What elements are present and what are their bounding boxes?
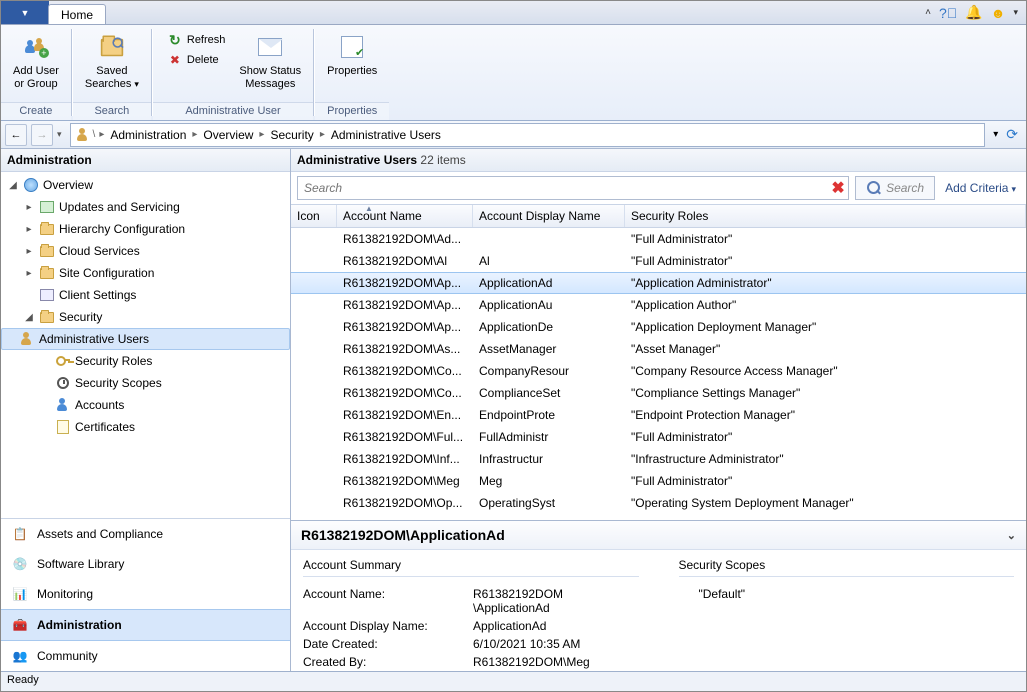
table-row[interactable]: R61382192DOM\Co...CompanyResour"Company …: [291, 360, 1026, 382]
tree-item-security[interactable]: ◢Security: [1, 306, 290, 328]
breadcrumb-item[interactable]: Administration: [106, 128, 190, 142]
search-box: ✖: [297, 176, 849, 200]
breadcrumb[interactable]: \▸ Administration▸ Overview▸ Security▸ A…: [70, 123, 986, 147]
nav-back-button[interactable]: ←: [5, 124, 27, 146]
wunderbar-monitoring[interactable]: 📊Monitoring: [1, 579, 290, 609]
breadcrumb-item[interactable]: Security: [266, 128, 317, 142]
ribbon-label: Create: [1, 102, 71, 120]
tab-home[interactable]: Home: [48, 4, 106, 24]
column-display[interactable]: Account Display Name: [473, 205, 625, 227]
tree-item-site[interactable]: ▸Site Configuration: [1, 262, 290, 284]
app-menu-button[interactable]: ▼: [1, 1, 49, 24]
table-row[interactable]: R61382192DOM\Ap...ApplicationAu"Applicat…: [291, 294, 1026, 316]
section-account-summary: Account Summary: [303, 558, 639, 577]
wunderbar-community[interactable]: 👥Community: [1, 641, 290, 671]
disc-icon: 💿: [11, 555, 29, 573]
table-row[interactable]: R61382192DOM\AlAl"Full Administrator": [291, 250, 1026, 272]
search-button[interactable]: Search: [855, 176, 935, 200]
add-user-button[interactable]: + Add User or Group: [7, 29, 65, 92]
collapse-icon[interactable]: ⌄: [1007, 529, 1016, 542]
ribbon-label: Search: [73, 102, 151, 120]
history-dropdown-icon[interactable]: ▾: [993, 129, 998, 140]
search-bar: ✖ Search Add Criteria: [291, 172, 1026, 204]
table-row[interactable]: R61382192DOM\Op...OperatingSyst"Operatin…: [291, 492, 1026, 514]
saved-searches-button[interactable]: Saved Searches: [79, 29, 145, 92]
checklist-icon: 📋: [11, 525, 29, 543]
search-input[interactable]: [298, 181, 828, 195]
refresh-nav-button[interactable]: ⟳: [1002, 126, 1022, 143]
search-icon: [866, 180, 882, 196]
table-row[interactable]: R61382192DOM\As...AssetManager"Asset Man…: [291, 338, 1026, 360]
sidebar: Administration ◢Overview ▸Updates and Se…: [1, 149, 291, 671]
clear-search-button[interactable]: ✖: [828, 178, 848, 198]
properties-button[interactable]: Properties: [321, 29, 383, 80]
content-area: Administrative Users 22 items ✖ Search A…: [291, 149, 1026, 671]
breadcrumb-item[interactable]: Overview: [199, 128, 257, 142]
ribbon-group-properties: Properties Properties: [315, 25, 389, 120]
nav-tree: ◢Overview ▸Updates and Servicing ▸Hierar…: [1, 172, 290, 518]
refresh-button[interactable]: Refresh: [163, 31, 230, 49]
results-table: Icon Account Name Account Display Name S…: [291, 204, 1026, 520]
chevron-up-icon[interactable]: ˄: [925, 7, 931, 18]
table-row[interactable]: R61382192DOM\Co...ComplianceSet"Complian…: [291, 382, 1026, 404]
status-bar: Ready: [1, 671, 1026, 691]
title-bar: ▼ Home ˄ ?⃝ 🔔 ☻ ▾: [1, 1, 1026, 25]
ribbon-label: Administrative User: [153, 102, 313, 120]
table-row[interactable]: R61382192DOM\Ad..."Full Administrator": [291, 228, 1026, 250]
ribbon-group-search: Saved Searches Search: [73, 25, 151, 120]
tree-item-certs[interactable]: ▸Certificates: [1, 416, 290, 438]
add-criteria-button[interactable]: Add Criteria: [941, 181, 1020, 195]
column-icon[interactable]: Icon: [291, 205, 337, 227]
tree-item-scopes[interactable]: ▸Security Scopes: [1, 372, 290, 394]
ribbon-group-create: + Add User or Group Create: [1, 25, 71, 120]
tree-item-cloud[interactable]: ▸Cloud Services: [1, 240, 290, 262]
toolbox-icon: 🧰: [11, 616, 29, 634]
table-header: Icon Account Name Account Display Name S…: [291, 205, 1026, 228]
table-row[interactable]: R61382192DOM\Inf...Infrastructur"Infrast…: [291, 448, 1026, 470]
tree-item-roles[interactable]: ▸Security Roles: [1, 350, 290, 372]
tree-item-client-settings[interactable]: ▸Client Settings: [1, 284, 290, 306]
bell-icon[interactable]: 🔔: [965, 4, 982, 21]
tree-item-updates[interactable]: ▸Updates and Servicing: [1, 196, 290, 218]
content-header: Administrative Users 22 items: [291, 149, 1026, 172]
wunderbar-administration[interactable]: 🧰Administration: [1, 609, 290, 641]
breadcrumb-item[interactable]: Administrative Users: [327, 128, 445, 142]
community-icon: 👥: [11, 647, 29, 665]
table-row[interactable]: R61382192DOM\Ap...ApplicationAd"Applicat…: [291, 272, 1026, 294]
tree-item-accounts[interactable]: ▸Accounts: [1, 394, 290, 416]
show-status-button[interactable]: Show Status Messages: [233, 29, 307, 92]
nav-forward-button[interactable]: →: [31, 124, 53, 146]
table-row[interactable]: R61382192DOM\En...EndpointProte"Endpoint…: [291, 404, 1026, 426]
sidebar-title: Administration: [1, 149, 290, 172]
detail-pane: R61382192DOM\ApplicationAd ⌄ Account Sum…: [291, 520, 1026, 671]
wunderbar-assets[interactable]: 📋Assets and Compliance: [1, 519, 290, 549]
chart-icon: 📊: [11, 585, 29, 603]
feedback-icon[interactable]: ☻: [991, 5, 1006, 21]
wunderbar: 📋Assets and Compliance 💿Software Library…: [1, 518, 290, 671]
tree-item-admin-users[interactable]: ▸Administrative Users: [1, 328, 290, 350]
table-row[interactable]: R61382192DOM\MegMeg"Full Administrator": [291, 470, 1026, 492]
section-security-scopes: Security Scopes: [679, 558, 1015, 577]
ribbon-group-admin-user: Refresh Delete Show Status Messages Admi…: [153, 25, 313, 120]
user-icon: [75, 127, 91, 143]
tree-item-overview[interactable]: ◢Overview: [1, 174, 290, 196]
ribbon-label: Properties: [315, 102, 389, 120]
column-roles[interactable]: Security Roles: [625, 205, 1026, 227]
table-row[interactable]: R61382192DOM\Ap...ApplicationDe"Applicat…: [291, 316, 1026, 338]
chevron-down-icon[interactable]: ▾: [1013, 7, 1018, 18]
nav-bar: ← → ▾ \▸ Administration▸ Overview▸ Secur…: [1, 121, 1026, 149]
detail-title: R61382192DOM\ApplicationAd ⌄: [291, 521, 1026, 550]
help-icon[interactable]: ?⃝: [939, 5, 957, 21]
tree-item-hierarchy[interactable]: ▸Hierarchy Configuration: [1, 218, 290, 240]
column-account[interactable]: Account Name: [337, 205, 473, 227]
wunderbar-software[interactable]: 💿Software Library: [1, 549, 290, 579]
delete-button[interactable]: Delete: [163, 51, 230, 69]
ribbon: + Add User or Group Create Saved Searche…: [1, 25, 1026, 121]
table-row[interactable]: R61382192DOM\Ful...FullAdministr"Full Ad…: [291, 426, 1026, 448]
